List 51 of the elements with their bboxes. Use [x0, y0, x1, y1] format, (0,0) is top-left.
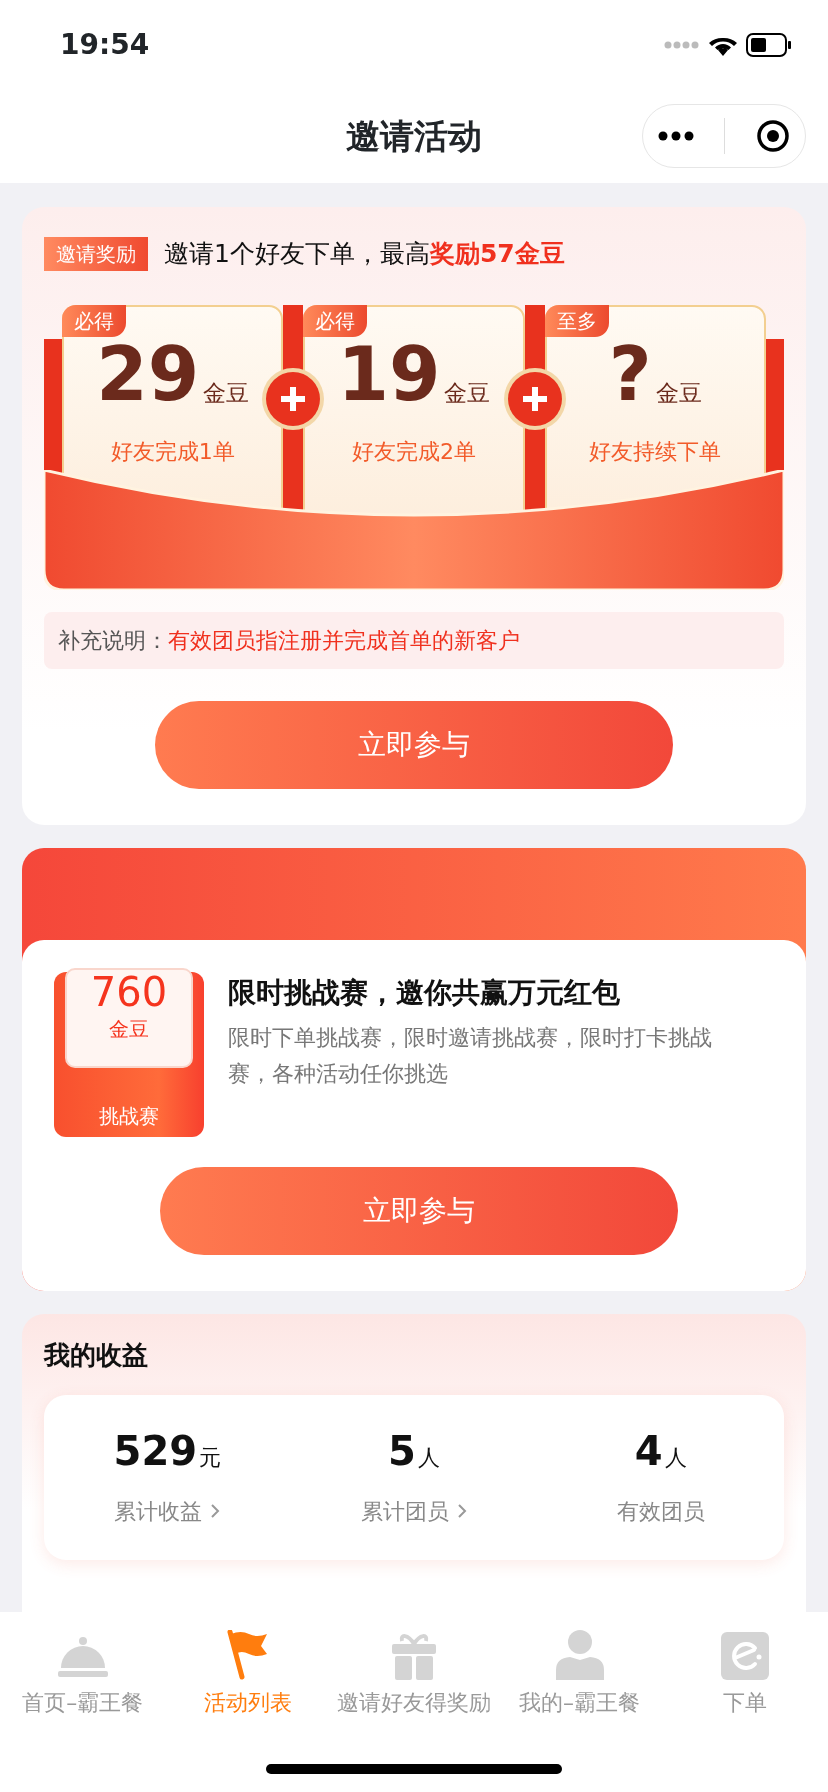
status-time: 19:54 [60, 27, 150, 63]
join-button[interactable]: 立即参与 [160, 1166, 678, 1255]
tab-label[interactable]: 活动列表 [204, 1686, 293, 1719]
signal-icon [664, 41, 700, 49]
chevron-icon [210, 1503, 221, 1519]
reward-badge: 必得 [303, 304, 368, 337]
reward-amount: 19 [337, 336, 441, 411]
reward-caption: 好友持续下单 [589, 437, 722, 466]
reward-badge: 至多 [544, 304, 609, 337]
ribbon-label: 挑战赛 [99, 1102, 159, 1130]
battery-icon [746, 33, 792, 57]
stat-value: 4 [634, 1427, 663, 1474]
flag-icon [227, 1630, 270, 1680]
note-label: 补充说明： [58, 626, 168, 655]
person-icon [555, 1630, 604, 1680]
more-icon[interactable] [658, 131, 695, 141]
invite-headline: 邀请1个好友下单，最高奖励57金豆 [164, 238, 565, 270]
bean-unit: 金豆 [108, 1015, 150, 1043]
stat-unit: 元 [199, 1444, 222, 1470]
reward-unit: 金豆 [655, 379, 702, 408]
app-logo-icon [721, 1632, 770, 1680]
bean-amount: 760 [89, 969, 169, 1014]
stat-link[interactable]: 累计收益 [114, 1494, 221, 1528]
close-icon[interactable] [755, 119, 790, 153]
note-text: 有效团员指注册并完成首单的新客户 [168, 626, 520, 655]
join-button[interactable]: 立即参与 [155, 700, 673, 789]
stat-label: 有效团员 [616, 1497, 705, 1526]
reward-amount: 29 [96, 336, 200, 411]
gift-icon [392, 1632, 436, 1680]
stat-link[interactable]: 累计团员 [361, 1494, 467, 1528]
reward-caption: 好友完成2单 [352, 437, 476, 466]
tab-label[interactable]: 邀请好友得奖励 [337, 1686, 491, 1719]
earnings-title: 我的收益 [44, 1338, 149, 1372]
tab-label[interactable]: 下单 [723, 1686, 768, 1719]
challenge-title: 限时挑战赛，邀你共赢万元红包 [228, 974, 621, 1011]
stat-unit: 人 [664, 1444, 687, 1470]
tab-label[interactable]: 首页–霸王餐 [22, 1686, 144, 1719]
stat-value: 5 [388, 1427, 416, 1474]
challenge-description: 限时下单挑战赛，限时邀请挑战赛，限时打卡挑战赛，各种活动任你挑选 [228, 1023, 713, 1088]
page-title: 邀请活动 [346, 115, 482, 158]
reward-amount: ? [608, 336, 652, 411]
chevron-icon [457, 1503, 467, 1519]
tab-label[interactable]: 我的–霸王餐 [519, 1686, 641, 1719]
reward-caption: 好友完成1单 [110, 437, 235, 466]
reward-unit: 金豆 [444, 379, 491, 408]
stat-value: 529 [113, 1427, 198, 1474]
cloche-icon [57, 1636, 108, 1680]
reward-unit: 金豆 [203, 379, 250, 408]
invite-tag: 邀请奖励 [44, 236, 148, 271]
stat-unit: 人 [417, 1444, 440, 1470]
reward-badge: 必得 [62, 304, 126, 337]
